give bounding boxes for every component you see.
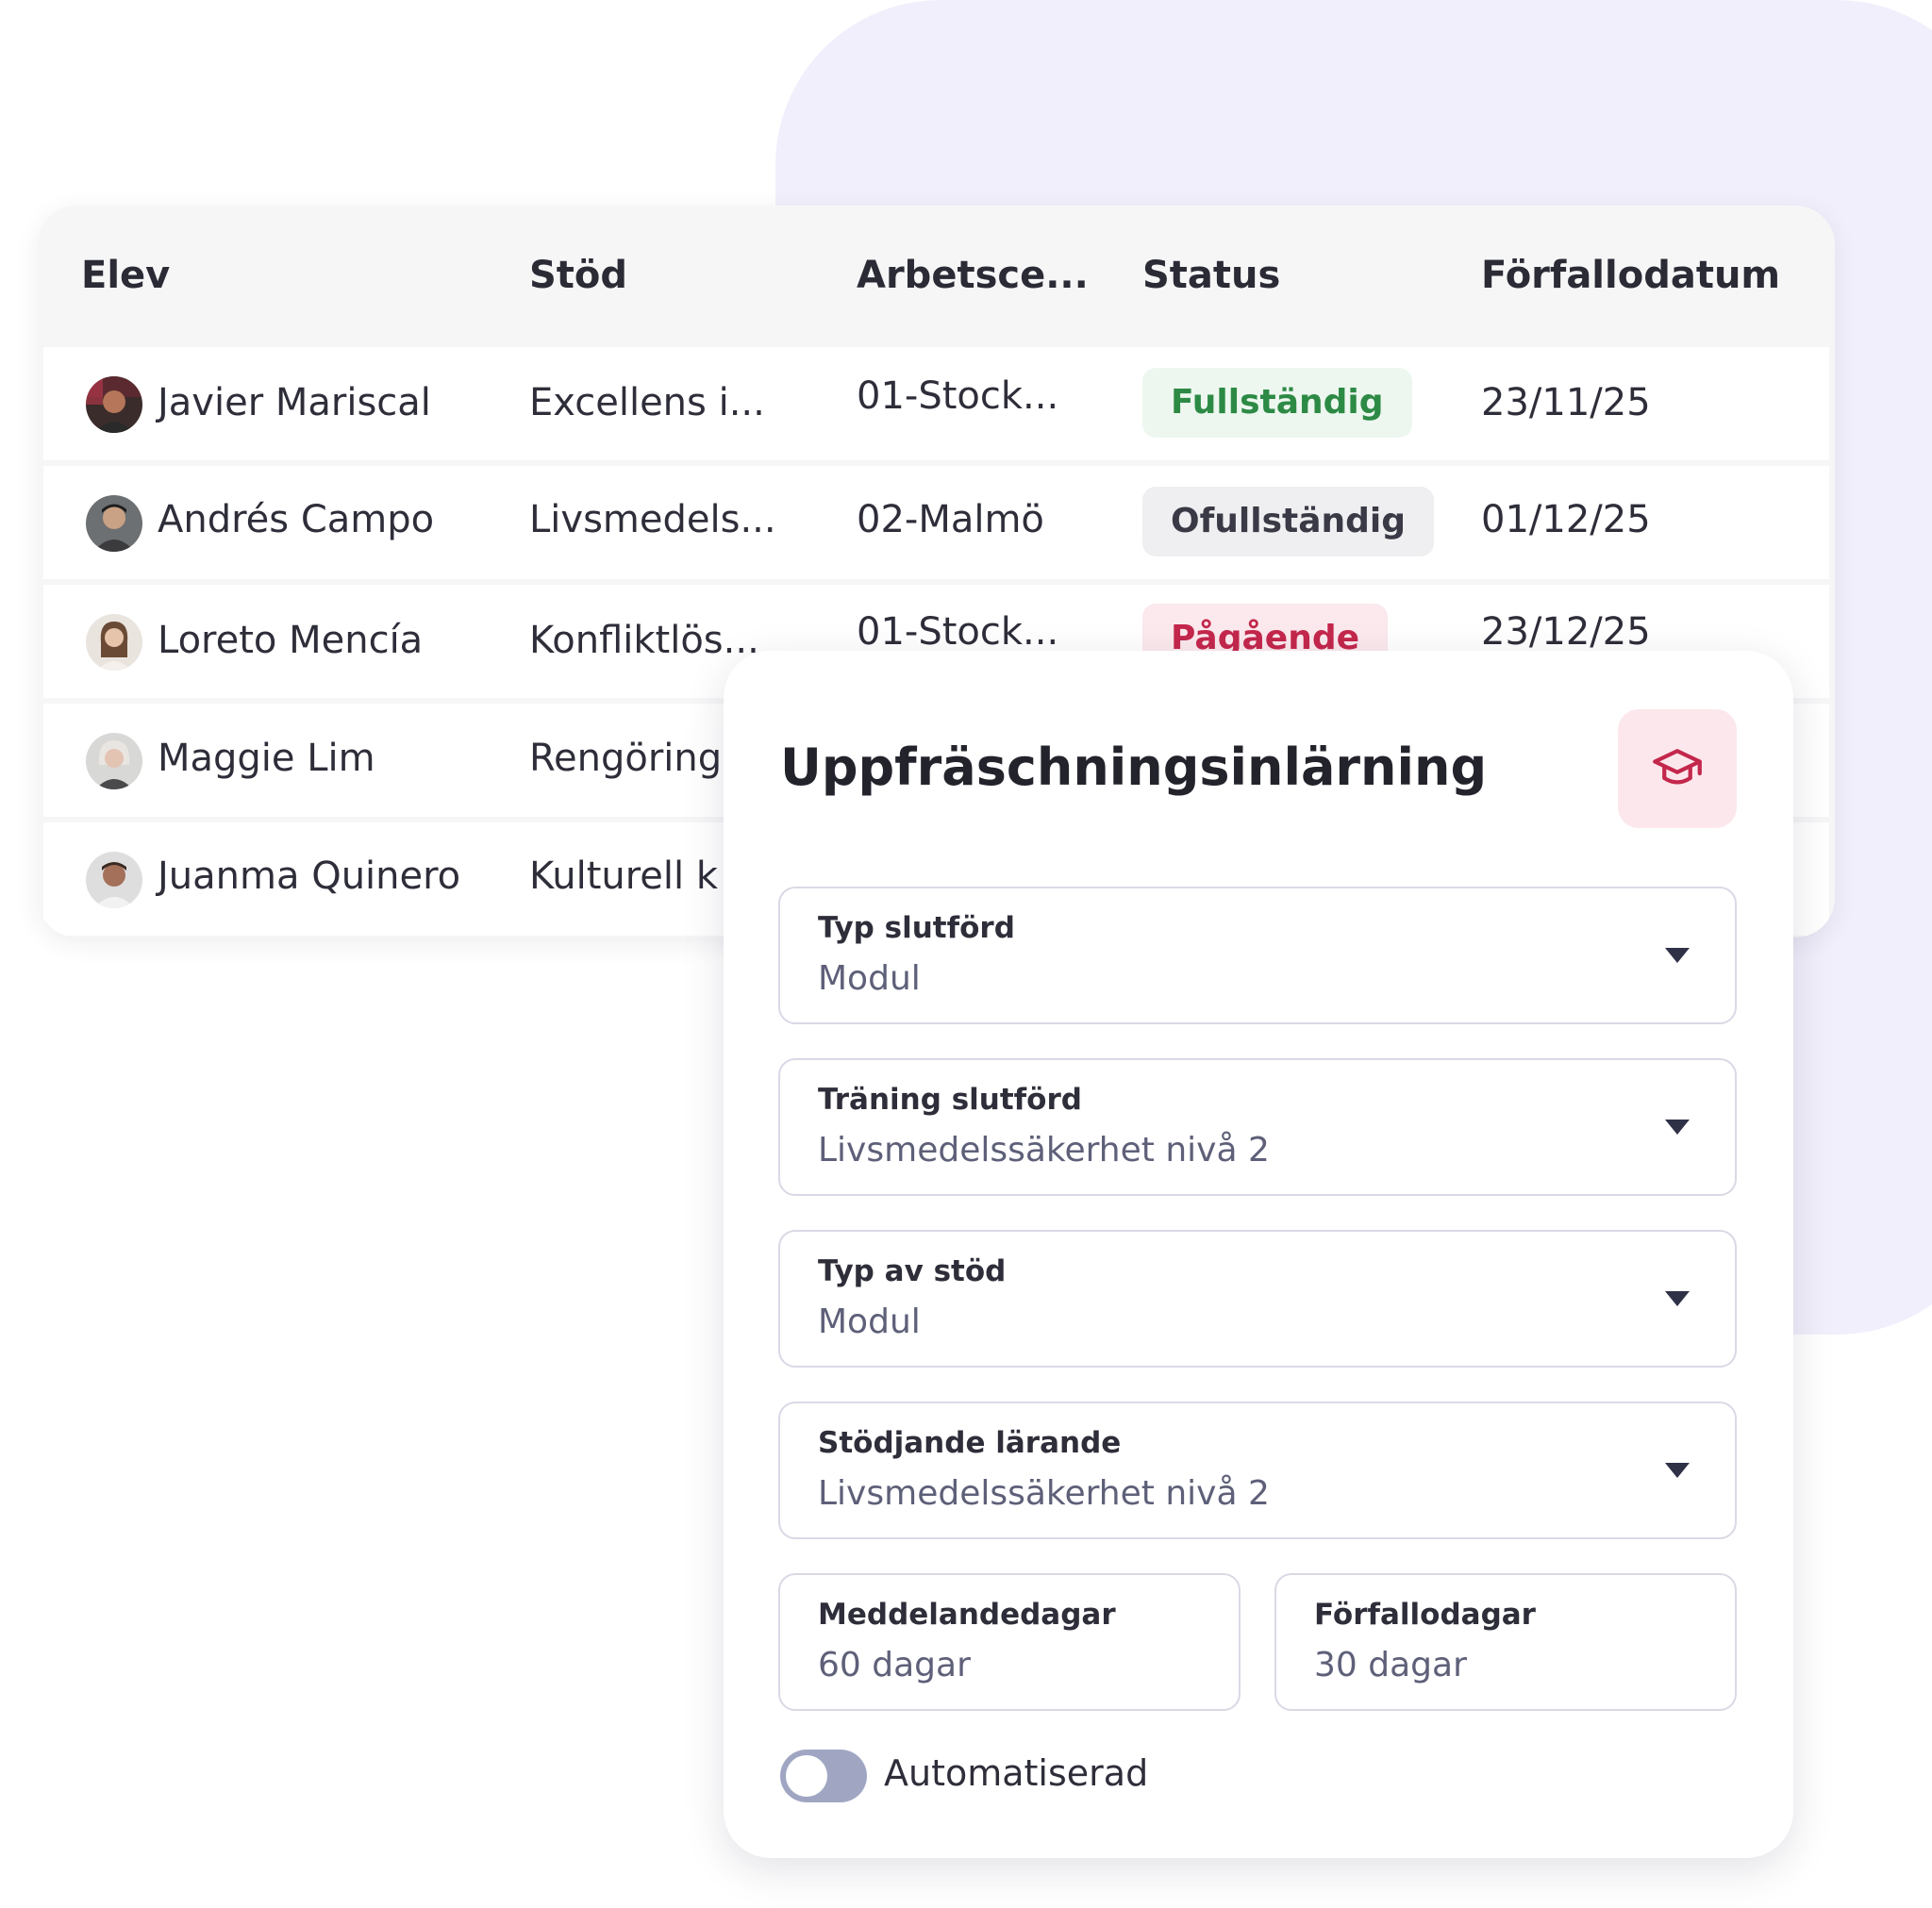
field-value: Modul [818,1302,921,1341]
workplace-cell: 02-Malmö [857,498,1044,541]
field-label: Träning slutförd [818,1083,1082,1117]
column-header-due-date[interactable]: Förfallodatum [1481,253,1780,298]
chevron-down-icon [1665,1291,1690,1306]
panel-title: Uppfräschningsinlärning [780,738,1488,797]
workplace-cell: 01-Stock... [857,610,1059,654]
student-name[interactable]: Maggie Lim [158,736,375,781]
field-value: Livsmedelssäkerhet nivå 2 [818,1131,1270,1170]
status-badge: Ofullständig [1142,487,1435,556]
graduation-cap-icon [1653,749,1702,785]
student-name[interactable]: Loreto Mencía [158,618,423,663]
support-cell: Livsmedels... [529,498,776,541]
field-value: Livsmedelssäkerhet nivå 2 [818,1474,1270,1513]
automated-label: Automatiserad [884,1752,1149,1794]
field-value: Modul [818,959,921,998]
avatar [86,495,142,552]
support-type-select[interactable]: Typ av stöd Modul [778,1230,1737,1368]
support-cell: Rengöring [529,737,723,780]
field-label: Typ av stöd [818,1254,1007,1288]
field-label: Meddelandedagar [818,1598,1116,1632]
column-header-workplace[interactable]: Arbetsce... [857,253,1089,298]
training-completed-select[interactable]: Träning slutförd Livsmedelssäkerhet nivå… [778,1058,1737,1196]
refresher-training-panel: Uppfräschningsinlärning Typ slutförd Mod… [724,651,1793,1858]
field-value: 30 dagar [1314,1646,1467,1684]
due-days-field[interactable]: Förfallodagar 30 dagar [1274,1573,1737,1711]
column-header-support[interactable]: Stöd [529,253,627,298]
avatar [86,733,142,789]
due-date-cell: 23/11/25 [1481,381,1651,424]
avatar [86,614,142,671]
automated-toggle[interactable] [780,1750,867,1802]
chevron-down-icon [1665,948,1690,963]
workplace-cell: 01-Stock... [857,374,1059,418]
table-row[interactable]: Andrés Campo Livsmedels... 02-Malmö Oful… [43,466,1829,579]
field-label: Typ slutförd [818,911,1015,945]
support-cell: Excellens i... [529,381,765,424]
student-name[interactable]: Javier Mariscal [158,380,431,425]
toggle-knob [786,1755,827,1797]
field-label: Stödjande lärande [818,1426,1122,1460]
supporting-learning-select[interactable]: Stödjande lärande Livsmedelssäkerhet niv… [778,1402,1737,1539]
notice-days-field[interactable]: Meddelandedagar 60 dagar [778,1573,1241,1711]
status-badge: Fullständig [1142,368,1412,438]
stage: Elev Stöd Arbetsce... Status Förfallodat… [0,0,1932,1908]
support-cell: Kulturell k [529,854,719,898]
due-date-cell: 23/12/25 [1481,610,1651,654]
avatar [86,376,142,433]
type-completed-select[interactable]: Typ slutförd Modul [778,887,1737,1024]
field-value: 60 dagar [818,1646,971,1684]
column-header-status[interactable]: Status [1142,253,1280,298]
table-row[interactable]: Javier Mariscal Excellens i... 01-Stock.… [43,347,1829,460]
student-name[interactable]: Juanma Quinero [158,854,460,899]
support-cell: Konfliktlös... [529,619,759,662]
avatar [86,852,142,908]
field-label: Förfallodagar [1314,1598,1536,1632]
column-header-student[interactable]: Elev [81,253,170,298]
chevron-down-icon [1665,1120,1690,1135]
chevron-down-icon [1665,1463,1690,1478]
due-date-cell: 01/12/25 [1481,498,1651,541]
student-name[interactable]: Andrés Campo [158,497,434,542]
table-header: Elev Stöd Arbetsce... Status Förfallodat… [38,206,1835,347]
icon-badge [1618,709,1737,828]
